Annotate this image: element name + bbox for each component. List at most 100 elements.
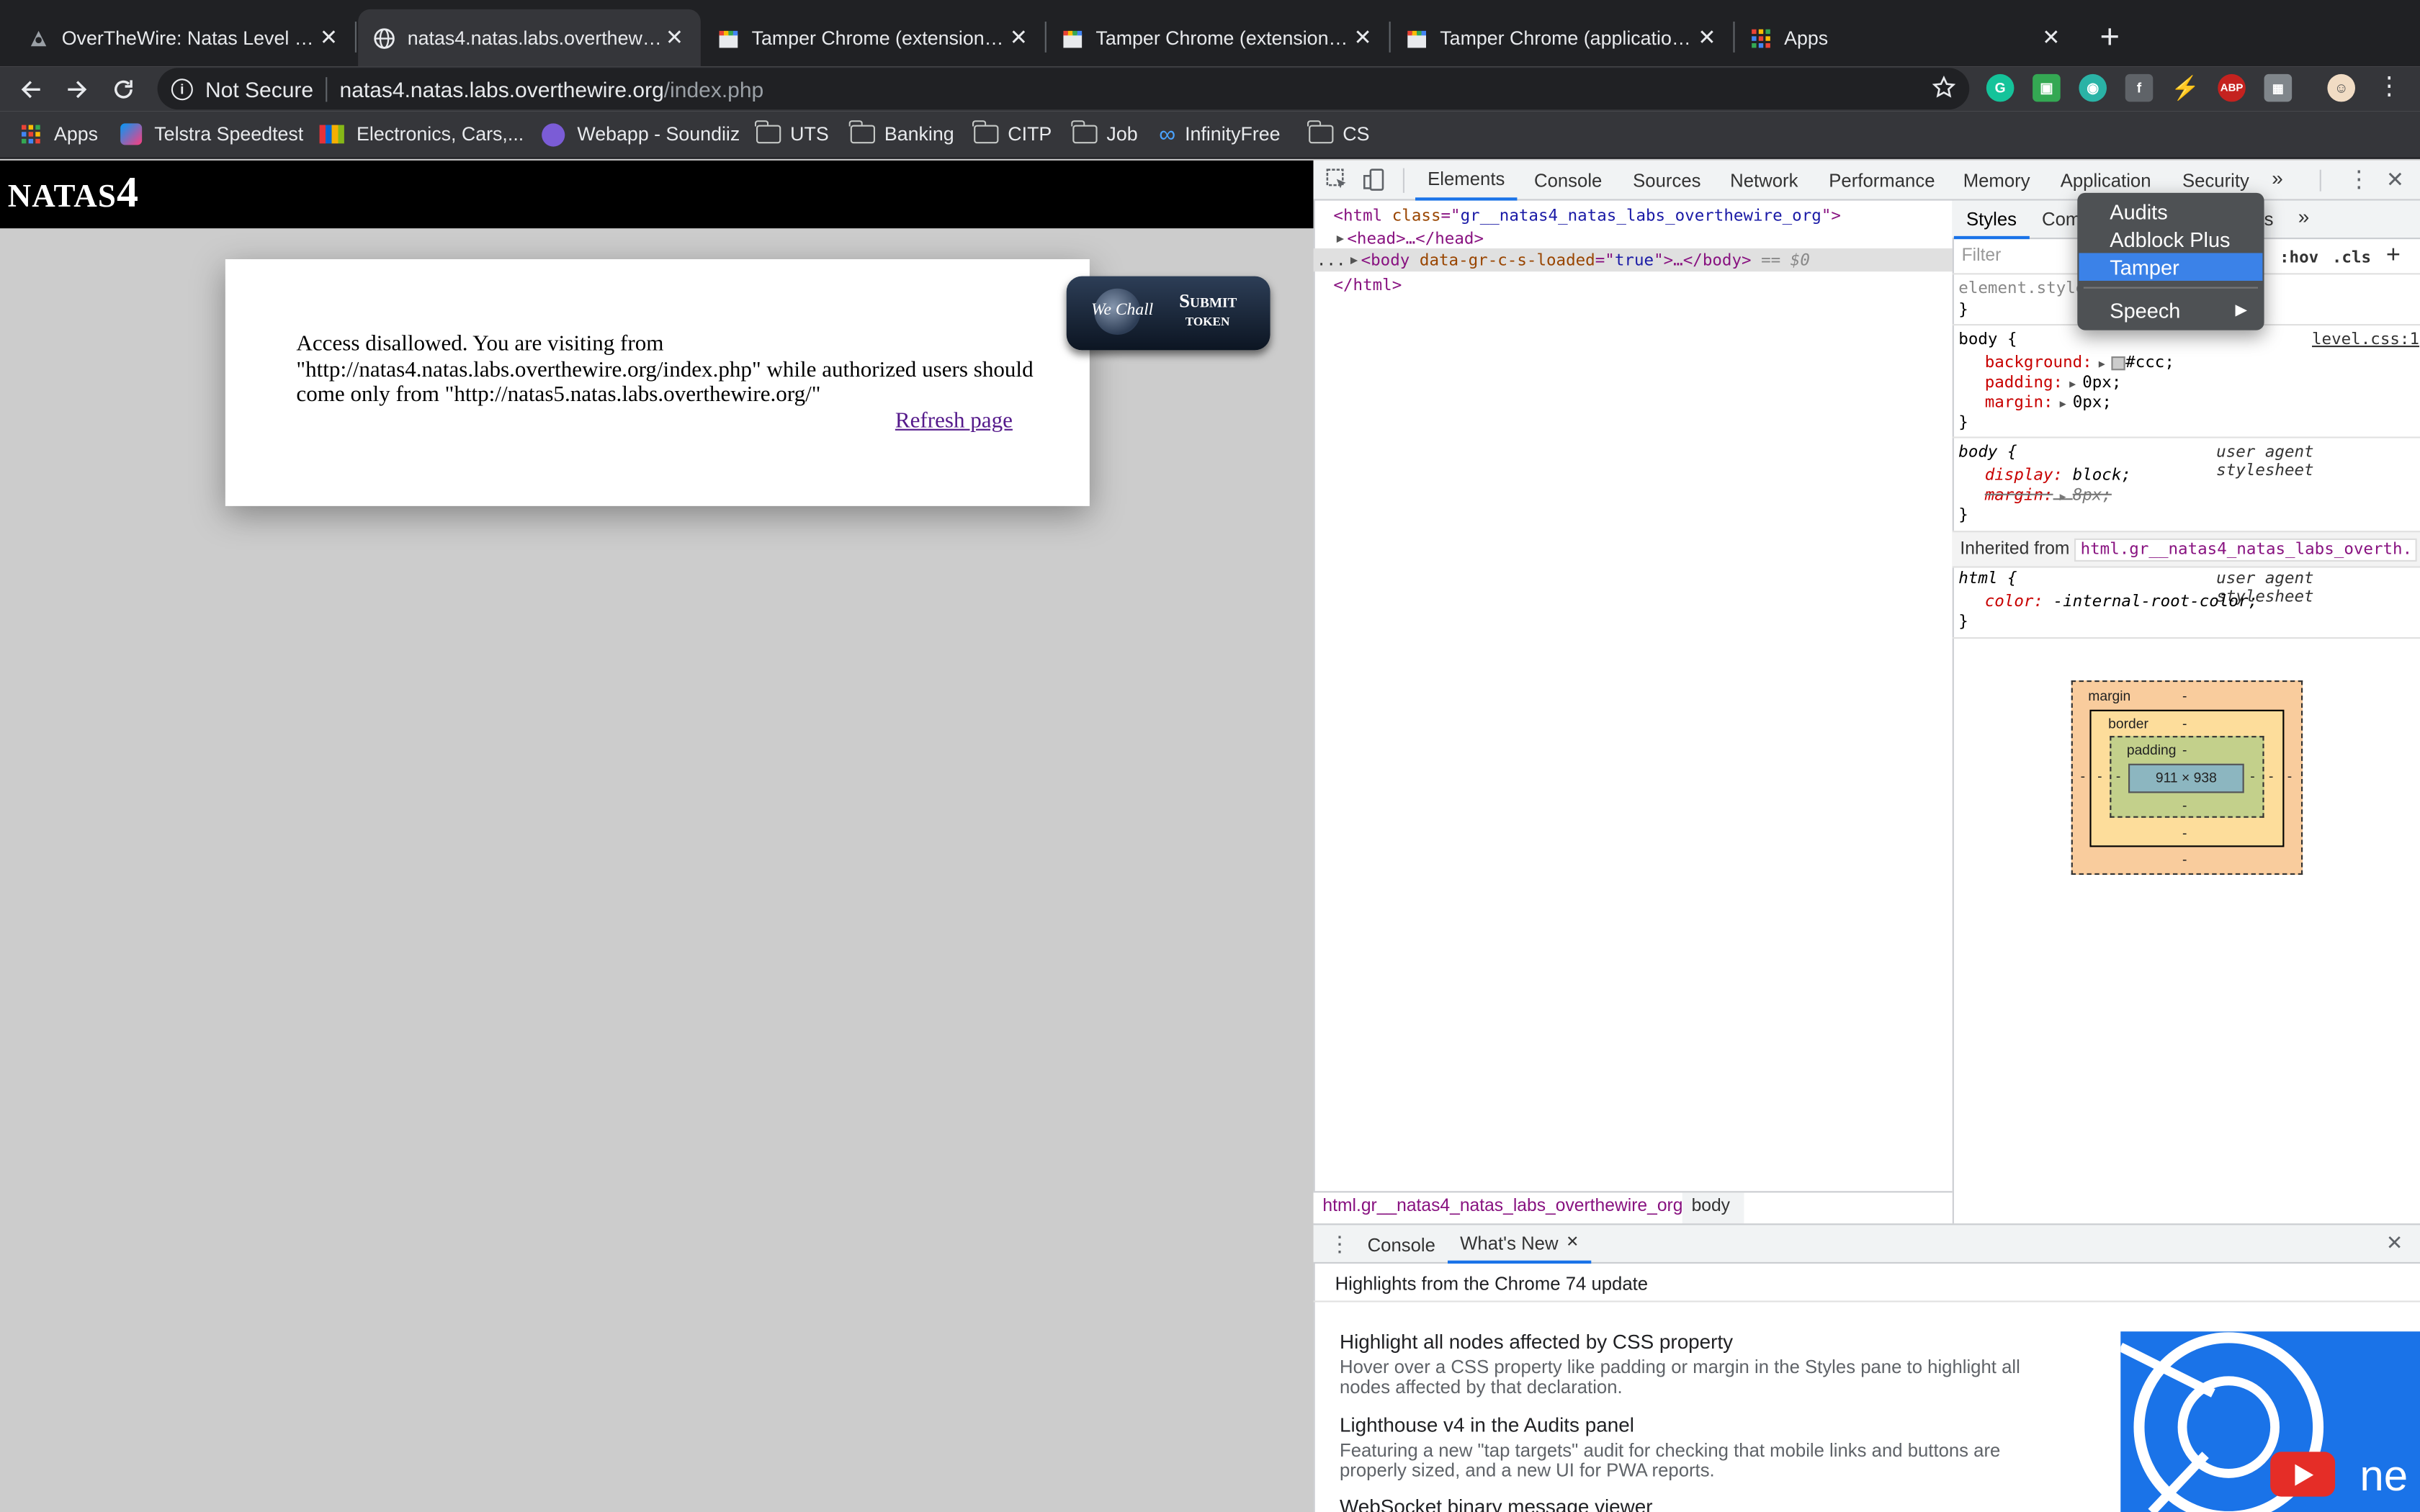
dom-head-node[interactable]: ▶ <head>…</head> [1337,227,1484,250]
tab-tamper-extension-2[interactable]: Tamper Chrome (extension) - C ✕ [1047,9,1389,66]
expand-triangle-icon[interactable]: ▶ [2053,398,2073,410]
devtools-kebab-icon[interactable]: ⋮ [2347,165,2370,192]
close-devtools-icon[interactable]: ✕ [2386,166,2404,192]
whats-new-item-title[interactable]: Lighthouse v4 in the Audits panel [1340,1413,1634,1436]
new-style-rule-plus-icon[interactable]: + [2386,242,2401,270]
close-tab-icon[interactable]: ✕ [1696,24,1718,50]
tab-tamper-application[interactable]: Tamper Chrome (application) - ✕ [1391,9,1734,66]
bookmark-electronics-cars[interactable]: Electronics, Cars,... [319,122,524,146]
tab-natas4[interactable]: natas4.natas.labs.overthewire. ✕ [358,9,701,67]
devtools-tab-elements[interactable]: Elements [1415,161,1518,201]
bookmark-folder-job[interactable]: Job [1071,120,1138,146]
kebab-menu-icon[interactable]: ⋮ [2377,74,2401,102]
back-arrow-icon[interactable] [12,66,49,111]
more-subtabs-chevron-icon[interactable]: » [2298,205,2310,228]
element-style-selector[interactable]: element.style [1958,279,2085,298]
inspect-element-icon[interactable] [1326,168,1349,199]
expand-triangle-icon[interactable]: ▶ [2063,378,2082,390]
address-bar[interactable]: i Not Secure natas4.natas.labs.overthewi… [157,68,1970,110]
bookmark-soundiiz[interactable]: Webapp - Soundiiz [542,122,740,146]
devtools-tab-sources[interactable]: Sources [1633,161,1700,201]
menu-item-audits[interactable]: Audits [2079,197,2262,225]
bookmark-telstra-speedtest[interactable]: Telstra Speedtest [120,122,303,146]
menu-item-adblock-plus[interactable]: Adblock Plus [2079,225,2262,253]
facebook-icon[interactable]: f [2125,73,2154,102]
bookmark-infinityfree[interactable]: ∞ InfinityFree [1159,121,1280,147]
expand-triangle-icon[interactable]: ▶ [2092,358,2112,370]
devtools-tab-network[interactable]: Network [1730,161,1798,201]
device-toolbar-icon[interactable] [1363,168,1386,199]
css-declaration-background[interactable]: background: ▶ #ccc; [1985,354,2174,372]
calendar-extension-icon[interactable]: ▦ [2264,73,2293,102]
body-rule-selector[interactable]: body { [1958,330,2017,349]
close-tab-icon[interactable]: ✕ [318,24,339,50]
bookmark-folder-banking[interactable]: Banking [849,120,954,146]
wechall-submit-token-button[interactable]: We Chall Submit token [1066,276,1270,351]
hover-state-toggle[interactable]: :hov [2280,248,2318,267]
css-declaration-padding[interactable]: padding: ▶ 0px; [1985,374,2122,392]
inherited-from-selector[interactable]: html.gr__natas4_natas_labs_overth... [2074,538,2417,562]
extension-teal-icon[interactable]: ◉ [2079,73,2107,102]
styles-filter-input[interactable]: Filter [1962,247,2002,266]
evernote-icon[interactable]: ▣ [2033,73,2061,102]
reload-icon[interactable] [105,66,142,111]
drawer-menu-kebab-icon[interactable]: ⋮ [1329,1231,1350,1257]
new-tab-plus-icon[interactable]: + [2093,15,2127,58]
bookmark-folder-citp[interactable]: CITP [972,120,1052,146]
css-declaration-display[interactable]: display: block; [1985,466,2131,485]
box-model-value: - [2250,768,2255,784]
tab-apps[interactable]: Apps ✕ [1735,9,2078,66]
close-drawer-tab-icon[interactable]: ✕ [1566,1234,1579,1251]
dom-html-close[interactable]: </html> [1333,273,1402,296]
expand-triangle-icon[interactable]: ▶ [2053,490,2073,503]
refresh-page-link[interactable]: Refresh page [895,409,1013,435]
drawer-tab-whats-new[interactable]: What's New ✕ [1447,1225,1592,1264]
devtools-tab-memory[interactable]: Memory [1963,161,2030,201]
devtools-tab-console[interactable]: Console [1534,161,1602,201]
css-declaration-margin-overridden[interactable]: margin: ▶ 8px; [1985,486,2112,505]
drawer-tab-console[interactable]: Console [1368,1234,1435,1256]
bookmark-folder-uts[interactable]: UTS [755,120,829,146]
stylesheet-source-link[interactable]: level.css:1 [2312,330,2419,349]
profile-avatar[interactable]: ☺ [2327,73,2355,102]
close-tab-icon[interactable]: ✕ [1352,24,1373,50]
devtools-tab-performance[interactable]: Performance [1829,161,1935,201]
close-drawer-icon[interactable]: ✕ [2386,1231,2403,1256]
styles-tab[interactable]: Styles [1953,201,2030,240]
computed-tab[interactable]: Com [2042,208,2081,230]
adblock-plus-icon[interactable]: ABP [2218,73,2246,102]
menu-item-tamper[interactable]: Tamper [2079,253,2263,281]
tab-natas-level-3[interactable]: OverTheWire: Natas Level 3 → ✕ [12,9,355,66]
css-declaration-margin[interactable]: margin: ▶ 0px; [1985,393,2112,412]
wappalyzer-icon[interactable]: ⚡ [2171,74,2200,102]
bookmark-folder-cs[interactable]: CS [1307,120,1370,146]
expand-triangle-icon[interactable]: ▶ [1350,253,1358,266]
forward-arrow-icon[interactable] [58,66,95,111]
css-declaration-color[interactable]: color: -internal-root-color; [1985,593,2258,611]
whats-new-item-title[interactable]: Highlight all nodes affected by CSS prop… [1340,1330,1733,1353]
class-toggle[interactable]: .cls [2332,248,2371,267]
close-tab-icon[interactable]: ✕ [663,24,685,50]
bookmark-star-icon[interactable] [1932,75,1956,104]
security-label[interactable]: Not Secure [205,76,313,101]
bookmark-apps[interactable]: Apps [20,122,98,146]
more-tabs-chevron-icon[interactable]: » [2272,166,2283,189]
dom-html-open[interactable]: < html class =" gr__natas4_natas_labs_overt… [1333,204,1841,227]
info-icon[interactable]: i [171,78,193,100]
dom-body-node-selected[interactable]: ... ▶ < body data-gr-c-s-loaded =" true " >…</b… [1313,248,1953,272]
ua-body-rule-selector[interactable]: body { [1958,443,2017,462]
grammarly-icon[interactable]: G [1986,73,2015,102]
breadcrumb-body[interactable]: body [1692,1197,1730,1216]
tab-tamper-extension-1[interactable]: Tamper Chrome (extension) - C ✕ [702,9,1045,66]
menu-item-speech[interactable]: Speech ▶ [2079,296,2262,324]
html-rule-selector[interactable]: html { [1958,570,2017,588]
whats-new-video-thumbnail[interactable]: ne [2120,1331,2420,1512]
close-tab-icon[interactable]: ✕ [1008,24,1029,50]
close-tab-icon[interactable]: ✕ [2040,24,2062,50]
styles-subtab-partial[interactable]: s [2264,208,2274,230]
breadcrumb-html[interactable]: html.gr__natas4_natas_labs_overthewire_o… [1322,1197,1682,1216]
youtube-play-icon[interactable] [2270,1452,2336,1497]
color-swatch[interactable] [2111,355,2126,370]
expand-triangle-icon[interactable]: ▶ [1337,231,1344,245]
whats-new-item-title[interactable]: WebSocket binary message viewer [1340,1495,1653,1512]
